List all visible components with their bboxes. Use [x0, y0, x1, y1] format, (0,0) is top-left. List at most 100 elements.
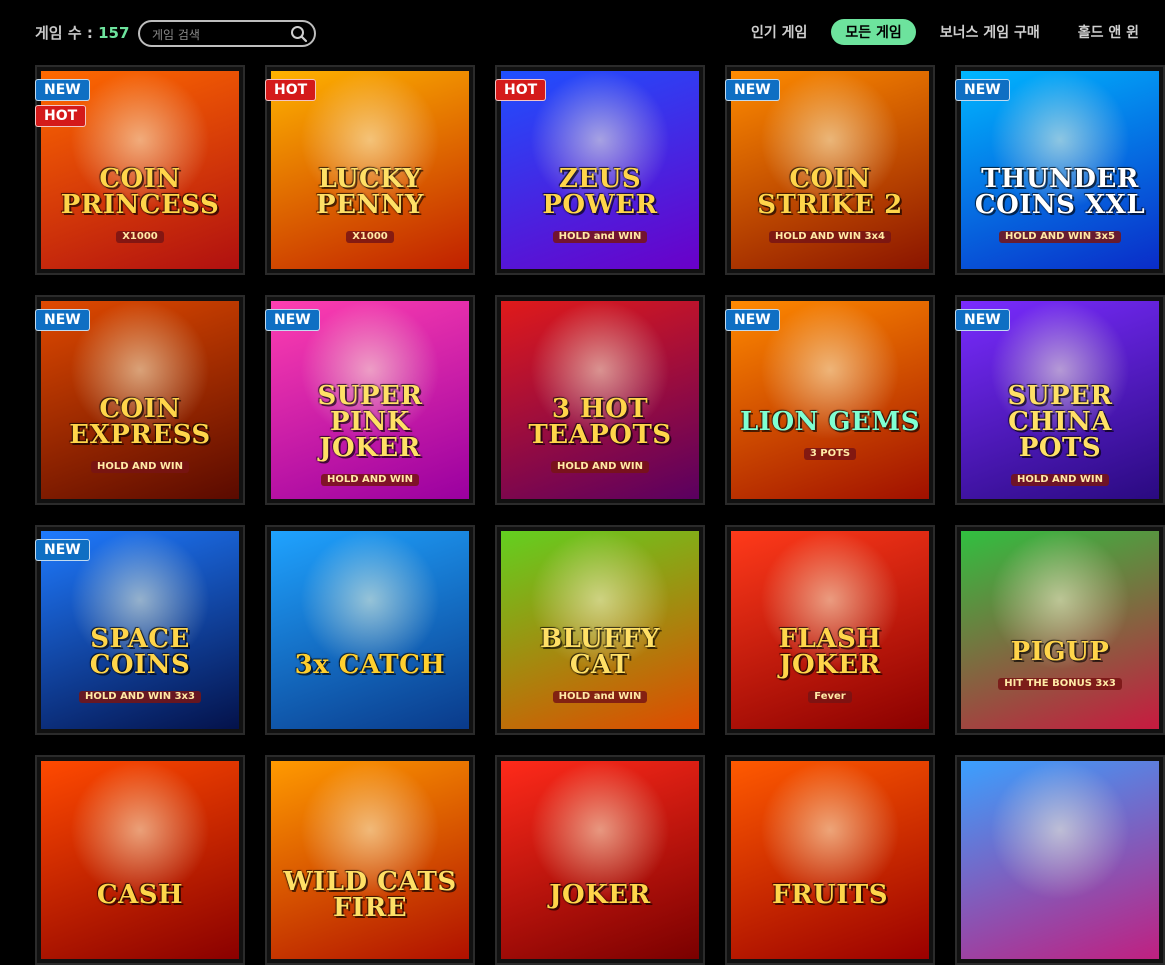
new-badge: NEW [265, 309, 320, 331]
game-title-text: LION GEMS [740, 407, 920, 437]
game-card[interactable]: SUPER CHINA POTS HOLD AND WIN NEW [955, 295, 1165, 505]
game-title-text: BLUFFY CAT [540, 624, 660, 680]
game-card[interactable]: 3x CATCH [265, 525, 475, 735]
game-subtitle: HIT THE BONUS 3x3 [998, 678, 1122, 690]
game-card[interactable]: LUCKY PENNY X1000 HOT [265, 65, 475, 275]
game-card[interactable]: LION GEMS 3 POTS NEW [725, 295, 935, 505]
badge-group: HOT [265, 79, 317, 101]
search-input[interactable] [150, 25, 284, 44]
hot-badge: HOT [495, 79, 547, 101]
tab-3[interactable]: 보너스 게임 구매 [926, 19, 1054, 45]
game-subtitle: HOLD AND WIN [320, 474, 420, 486]
game-title-text: SUPER CHINA POTS [1007, 381, 1113, 463]
game-count: 게임 수 : 157 [35, 22, 129, 43]
game-title-text: COIN STRIKE 2 [757, 164, 903, 220]
tab-2[interactable]: 모든 게임 [831, 19, 916, 45]
game-title: COIN EXPRESS HOLD AND WIN [41, 396, 239, 474]
tab-4[interactable]: 홀드 앤 윈 [1064, 19, 1153, 45]
game-subtitle: Fever [808, 691, 852, 703]
game-thumbnail[interactable]: WILD CATS FIRE [271, 761, 469, 959]
game-title-text: COIN EXPRESS [69, 394, 211, 450]
game-thumbnail[interactable]: BLUFFY CAT HOLD and WIN [501, 531, 699, 729]
badge-group: NEW [725, 309, 780, 331]
game-thumbnail[interactable] [961, 761, 1159, 959]
game-title-text: 3x CATCH [294, 650, 446, 680]
tab-1[interactable]: 인기 게임 [737, 19, 821, 45]
game-title-text: SPACE COINS [89, 624, 191, 680]
game-title-text: CASH [96, 880, 184, 910]
new-badge: NEW [725, 309, 780, 331]
game-card[interactable]: SUPER PINK JOKER HOLD AND WIN NEW [265, 295, 475, 505]
new-badge: NEW [725, 79, 780, 101]
game-title: LUCKY PENNY X1000 [271, 166, 469, 244]
game-title-text: 3 HOT TEAPOTS [528, 394, 672, 450]
game-title-text: SUPER PINK JOKER [317, 381, 423, 463]
game-title: JOKER [541, 882, 658, 908]
badge-group: NEW [265, 309, 320, 331]
game-card[interactable]: FRUITS [725, 755, 935, 965]
badge-group: HOT [495, 79, 547, 101]
new-badge: NEW [35, 539, 90, 561]
game-title-text: FLASH JOKER [778, 624, 882, 680]
new-badge: NEW [955, 309, 1010, 331]
new-badge: NEW [35, 79, 90, 101]
game-title-text: FRUITS [771, 880, 889, 910]
badge-group: NEW [35, 539, 90, 561]
game-card[interactable]: PIGUP HIT THE BONUS 3x3 [955, 525, 1165, 735]
search-icon[interactable] [290, 25, 308, 43]
game-thumbnail[interactable]: 3x CATCH [271, 531, 469, 729]
game-card[interactable]: BLUFFY CAT HOLD and WIN [495, 525, 705, 735]
game-subtitle: X1000 [346, 231, 394, 243]
badge-group: NEW [725, 79, 780, 101]
game-count-label: 게임 수 : [35, 24, 99, 42]
thumbnail-glow [990, 761, 1130, 901]
game-card[interactable]: COIN EXPRESS HOLD AND WIN NEW [35, 295, 245, 505]
game-thumbnail[interactable]: FRUITS [731, 761, 929, 959]
game-count-value: 157 [98, 24, 130, 42]
hot-badge: HOT [35, 105, 87, 127]
game-title: SPACE COINS HOLD AND WIN 3x3 [41, 626, 239, 704]
game-card[interactable]: THUNDER COINS XXL HOLD AND WIN 3x5 NEW [955, 65, 1165, 275]
game-subtitle: HOLD AND WIN 3x3 [79, 691, 201, 703]
game-title: COIN STRIKE 2 HOLD AND WIN 3x4 [731, 166, 929, 244]
game-thumbnail[interactable]: PIGUP HIT THE BONUS 3x3 [961, 531, 1159, 729]
badge-group: NEW [955, 309, 1010, 331]
game-subtitle: HOLD AND WIN [1010, 474, 1110, 486]
game-thumbnail[interactable]: FLASH JOKER Fever [731, 531, 929, 729]
game-title: FLASH JOKER Fever [731, 626, 929, 704]
game-thumbnail[interactable]: 3 HOT TEAPOTS HOLD AND WIN [501, 301, 699, 499]
game-title: WILD CATS FIRE [271, 869, 469, 921]
category-tabs: 인기 게임 모든 게임 보너스 게임 구매 홀드 앤 윈 [727, 19, 1153, 45]
game-subtitle: HOLD AND WIN 3x4 [769, 231, 891, 243]
game-title-text: PIGUP [1010, 637, 1110, 667]
game-thumbnail[interactable]: CASH [41, 761, 239, 959]
game-card[interactable]: COIN PRINCESS X1000 NEW HOT [35, 65, 245, 275]
game-card[interactable]: WILD CATS FIRE [265, 755, 475, 965]
game-card[interactable]: CASH [35, 755, 245, 965]
game-title: CASH [89, 882, 191, 908]
top-bar: 게임 수 : 157 인기 게임 모든 게임 보너스 게임 구매 홀드 앤 윈 [0, 0, 1165, 66]
game-card[interactable] [955, 755, 1165, 965]
game-card[interactable]: 3 HOT TEAPOTS HOLD AND WIN [495, 295, 705, 505]
badge-group: NEW [35, 309, 90, 331]
game-subtitle: HOLD and WIN [552, 691, 648, 703]
game-title: FRUITS [764, 882, 896, 908]
game-card[interactable]: JOKER [495, 755, 705, 965]
game-subtitle: HOLD AND WIN 3x5 [999, 231, 1121, 243]
game-title: 3x CATCH [287, 652, 454, 678]
game-title: SUPER CHINA POTS HOLD AND WIN [961, 383, 1159, 487]
search-box[interactable] [138, 20, 316, 47]
new-badge: NEW [35, 309, 90, 331]
game-subtitle: HOLD AND WIN [550, 461, 650, 473]
game-card[interactable]: COIN STRIKE 2 HOLD AND WIN 3x4 NEW [725, 65, 935, 275]
game-title-text: JOKER [549, 880, 651, 910]
game-title: BLUFFY CAT HOLD and WIN [501, 626, 699, 704]
game-title: ZEUS POWER HOLD and WIN [501, 166, 699, 244]
game-title: COIN PRINCESS X1000 [41, 166, 239, 244]
game-card[interactable]: ZEUS POWER HOLD and WIN HOT [495, 65, 705, 275]
game-title: 3 HOT TEAPOTS HOLD AND WIN [501, 396, 699, 474]
game-subtitle: HOLD and WIN [552, 231, 648, 243]
game-card[interactable]: SPACE COINS HOLD AND WIN 3x3 NEW [35, 525, 245, 735]
game-card[interactable]: FLASH JOKER Fever [725, 525, 935, 735]
game-thumbnail[interactable]: JOKER [501, 761, 699, 959]
